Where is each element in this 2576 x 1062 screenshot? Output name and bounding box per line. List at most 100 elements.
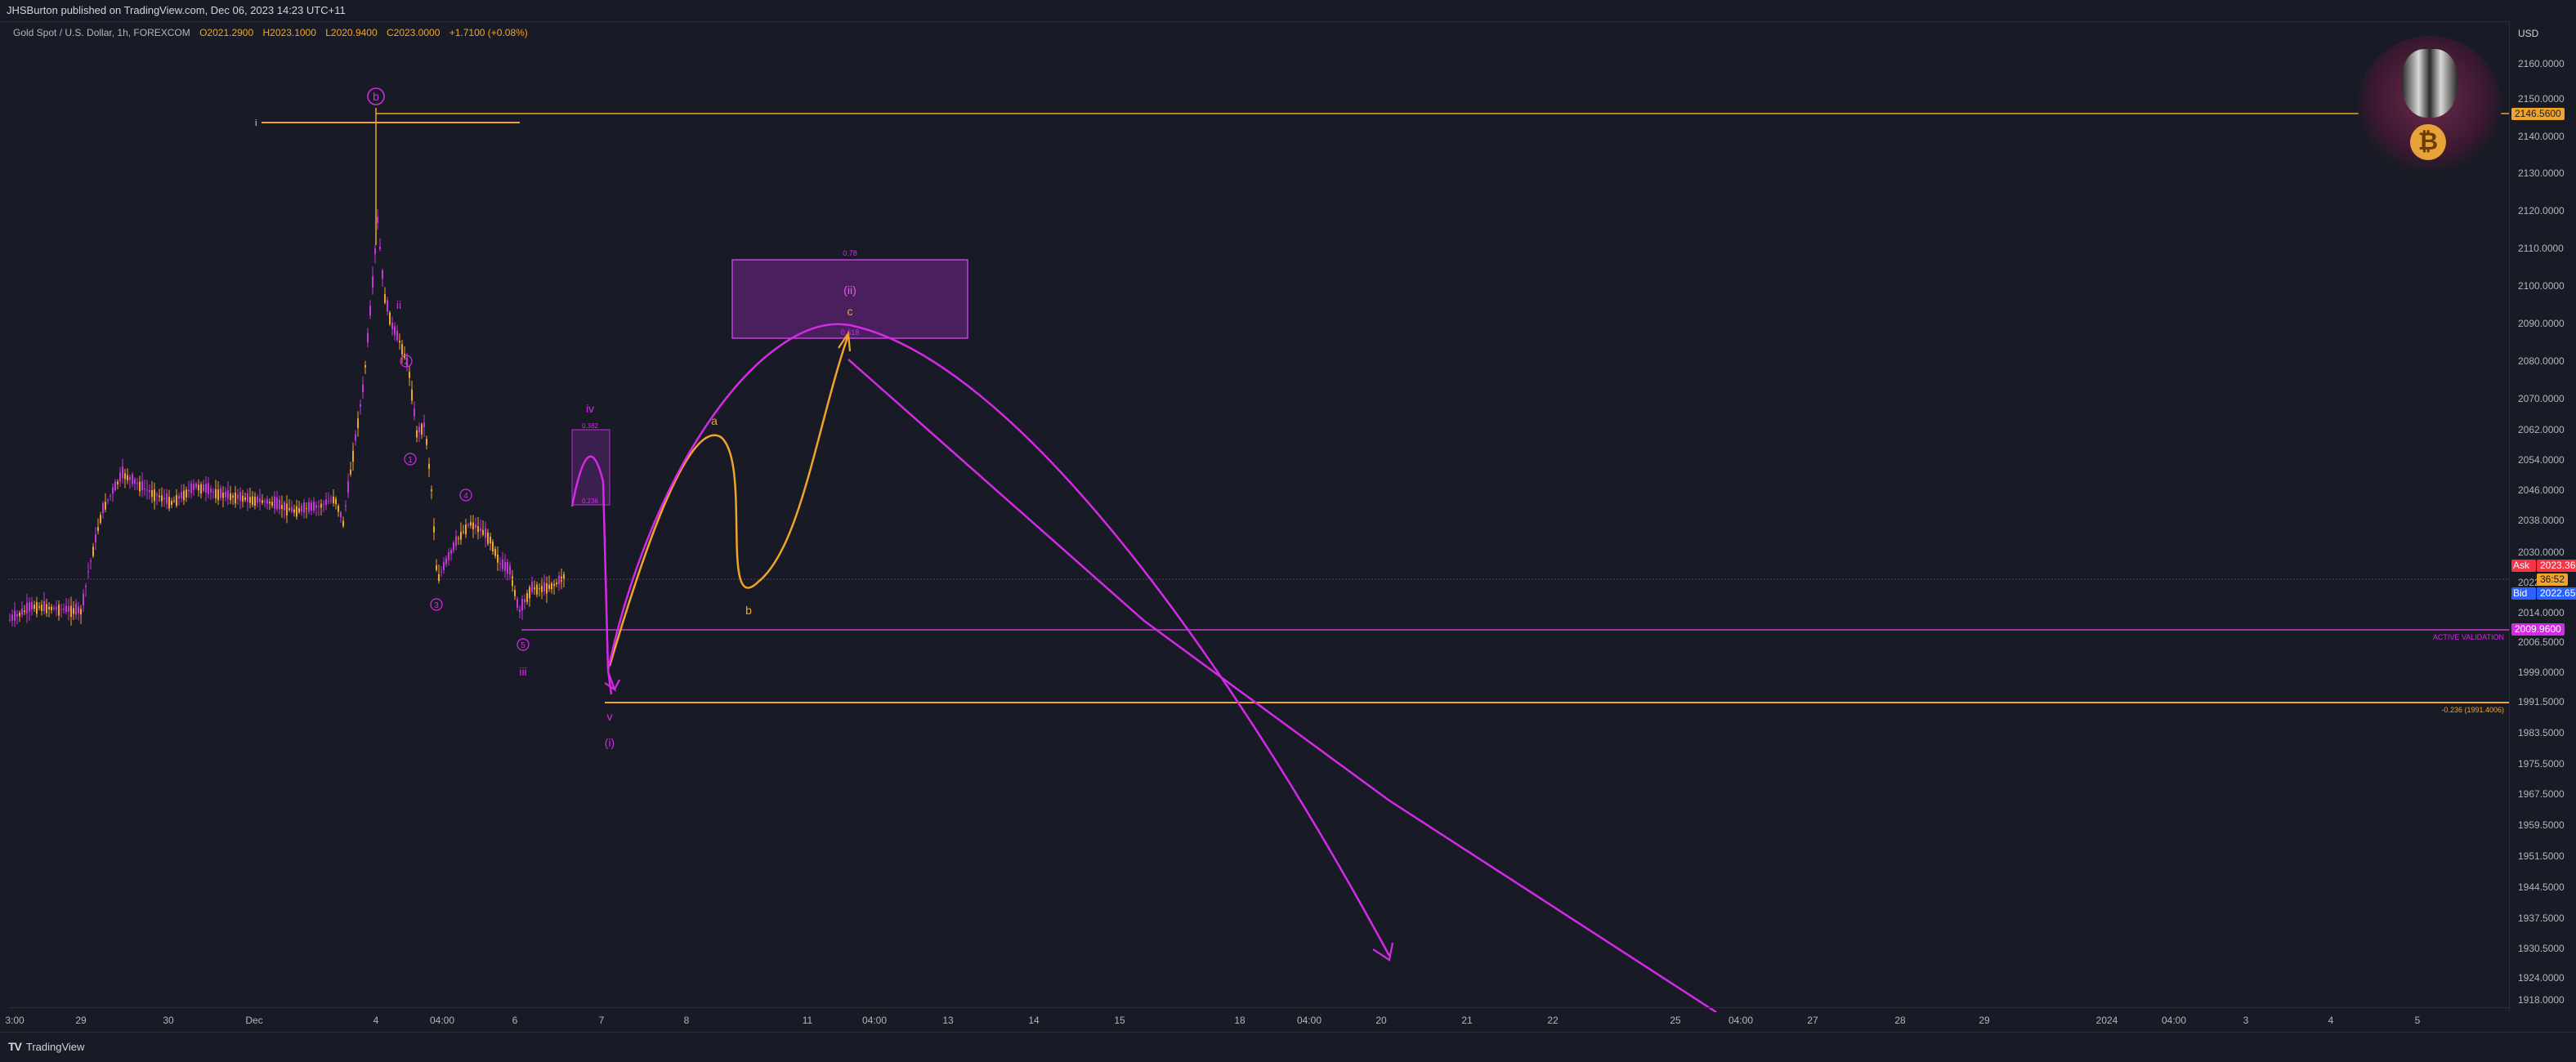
candle-body xyxy=(205,484,207,493)
candle-body xyxy=(257,496,258,503)
candle-body xyxy=(372,276,373,288)
extension-level-label: -0.236 (1991.4006) xyxy=(2441,706,2504,714)
candle-body xyxy=(441,571,442,573)
candle-body xyxy=(266,499,268,504)
candle-body xyxy=(504,562,506,571)
footer-bar: TV TradingView xyxy=(0,1032,2576,1062)
candle-body xyxy=(514,590,516,596)
candle-body xyxy=(271,502,273,506)
big-arc-projection[interactable] xyxy=(606,323,1391,957)
candle-body xyxy=(445,558,447,564)
candle-body xyxy=(235,493,236,504)
price-tick-label: 2046.0000 xyxy=(2518,484,2565,496)
top-level-price-tag: 2146.5600 xyxy=(2511,108,2565,120)
candle-body xyxy=(70,605,72,618)
candle-body xyxy=(43,600,45,611)
countdown-tag: 36:52 xyxy=(2537,573,2569,586)
abc-correction-path[interactable] xyxy=(608,334,850,667)
price-chart[interactable]: b i ii 2 1 4 3 5 iii iv 0.382 0.236 v (i… xyxy=(8,21,2509,1012)
time-tick-label: 04:00 xyxy=(429,1015,455,1026)
candle-body xyxy=(357,418,359,428)
candle-body xyxy=(465,524,467,535)
candle-body xyxy=(551,582,552,590)
price-tick-label: 1991.5000 xyxy=(2518,696,2565,707)
price-tick-label: 1944.5000 xyxy=(2518,881,2565,893)
ask-price-tag: 2023.3600 xyxy=(2537,560,2576,572)
candle-body xyxy=(262,500,263,503)
price-tick-label: 1975.5000 xyxy=(2518,758,2565,770)
candle-body xyxy=(181,492,182,498)
candle-body xyxy=(330,500,332,502)
active-level-price-tag: 2009.9600 xyxy=(2511,623,2565,636)
candle-body xyxy=(97,527,99,531)
price-tick-label: 1930.5000 xyxy=(2518,943,2565,954)
candle-body xyxy=(95,534,96,543)
candle-body xyxy=(26,603,28,614)
candle-body xyxy=(421,424,423,435)
candle-body xyxy=(293,509,295,513)
wave-i-arrow[interactable] xyxy=(604,671,620,692)
price-tick-label: 2030.0000 xyxy=(2518,547,2565,558)
price-axis[interactable]: USD 2160.0000 2150.0000 2140.0000 2130.0000… xyxy=(2509,21,2576,1012)
candle-body xyxy=(230,493,231,501)
candle-body xyxy=(119,472,121,482)
diagonal-projection[interactable] xyxy=(847,359,1717,1012)
candle-body xyxy=(139,481,141,492)
wave-ii-fib-box[interactable] xyxy=(731,259,968,339)
candle-body xyxy=(41,605,42,612)
candle-body xyxy=(301,505,302,512)
time-tick-label: 30 xyxy=(163,1015,174,1026)
candle-body xyxy=(426,439,427,445)
price-tick-label: 2090.0000 xyxy=(2518,318,2565,329)
candle-body xyxy=(141,481,143,491)
candle-body xyxy=(396,330,398,341)
time-tick-label: 29 xyxy=(1979,1015,1990,1026)
time-tick-label: 21 xyxy=(1461,1015,1473,1026)
candle-body xyxy=(210,489,212,493)
time-tick-label: 29 xyxy=(75,1015,87,1026)
candle-body xyxy=(546,583,548,594)
candle-body xyxy=(306,508,307,510)
fib-078-label: 0.78 xyxy=(843,249,857,257)
candle-body xyxy=(279,499,280,510)
candle-body xyxy=(159,495,160,498)
time-tick-label: 14 xyxy=(1028,1015,1040,1026)
candle-body xyxy=(463,531,464,533)
candle-body xyxy=(543,582,545,592)
candle-body xyxy=(11,614,13,621)
candle-body xyxy=(53,607,55,609)
candle-body xyxy=(517,599,518,609)
time-tick-label: 25 xyxy=(1670,1015,1681,1026)
candle-body xyxy=(9,619,11,621)
time-tick-label: 15 xyxy=(1114,1015,1125,1026)
candle-body xyxy=(352,450,354,462)
wave-a-label: a xyxy=(711,414,718,427)
price-tick-label: 2120.0000 xyxy=(2518,205,2565,216)
ask-label-tag: Ask xyxy=(2511,560,2536,572)
candle-body xyxy=(124,473,126,480)
candle-body xyxy=(502,560,503,569)
candle-body xyxy=(438,573,440,582)
time-tick-label: 04:00 xyxy=(861,1015,888,1026)
wave-ii-label: ii xyxy=(396,298,401,311)
candle-body xyxy=(58,605,60,616)
candle-body xyxy=(286,503,288,515)
time-tick-label: 3:00 xyxy=(5,1015,25,1026)
candle-body xyxy=(298,508,300,513)
bid-price-tag: 2022.6500 xyxy=(2537,587,2576,600)
candle-body xyxy=(249,497,251,503)
candle-body xyxy=(521,599,523,611)
tradingview-logo-icon: TV xyxy=(8,1040,22,1053)
candle-body xyxy=(315,505,317,508)
candle-body xyxy=(29,602,30,612)
fib-0382-label: 0.382 xyxy=(582,422,599,430)
time-tick-label: 4 xyxy=(2328,1015,2334,1026)
time-axis[interactable]: 3:00 29 30 Dec 4 04:00 6 7 8 11 04:00 13 14 15 18 04:00… xyxy=(5,1007,2509,1033)
price-tick-label: 2014.0000 xyxy=(2518,607,2565,618)
wave-c-label: c xyxy=(847,305,853,318)
wave-i-paren-label: (i) xyxy=(605,736,615,749)
currency-label[interactable]: USD xyxy=(2518,28,2538,39)
tradingview-brand[interactable]: TV TradingView xyxy=(8,1040,84,1053)
price-tick-label: 2070.0000 xyxy=(2518,393,2565,404)
time-tick-label: 13 xyxy=(942,1015,954,1026)
